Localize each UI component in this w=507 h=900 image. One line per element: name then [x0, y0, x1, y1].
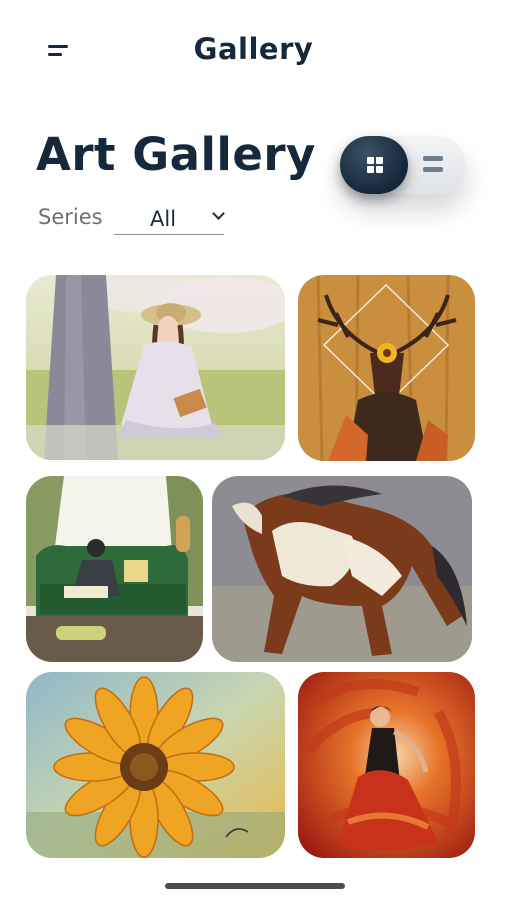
artwork-card-flamenco[interactable] [298, 672, 475, 858]
page-title: Art Gallery [36, 128, 316, 181]
series-selected-value: All [150, 207, 177, 231]
artwork-image [26, 672, 285, 858]
chevron-down-icon [212, 207, 225, 220]
artwork-image [26, 275, 285, 460]
list-view-button[interactable] [414, 136, 462, 194]
grid-view-button[interactable] [340, 136, 408, 194]
home-indicator [165, 883, 345, 889]
artwork-image [298, 672, 475, 858]
artwork-card-sunflower[interactable] [26, 672, 285, 858]
series-label: Series [38, 205, 103, 229]
artwork-image [298, 275, 475, 461]
series-dropdown[interactable]: All [114, 205, 225, 235]
artwork-card-horse[interactable] [212, 476, 472, 662]
artwork-card-stag-foxes[interactable] [298, 275, 475, 461]
view-toggle [340, 136, 466, 194]
artwork-image [212, 476, 472, 662]
artwork-image [26, 476, 203, 662]
artwork-card-girl-reading[interactable] [26, 275, 285, 460]
artwork-card-green-sofa[interactable] [26, 476, 203, 662]
topbar-title: Gallery [193, 32, 314, 66]
